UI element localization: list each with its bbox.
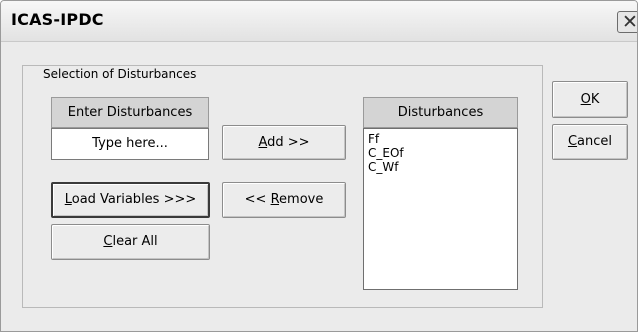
close-icon: ✕ <box>622 11 638 33</box>
disturbances-listbox[interactable]: Ff C_EOf C_Wf <box>363 128 518 290</box>
enter-disturbances-label: Enter Disturbances <box>67 105 193 120</box>
list-item[interactable]: C_EOf <box>368 146 517 160</box>
remove-button-label: << Remove <box>244 192 324 207</box>
cancel-button[interactable]: Cancel <box>552 124 628 160</box>
enter-disturbances-header: Enter Disturbances <box>51 97 209 128</box>
window-title: ICAS-IPDC <box>11 10 104 29</box>
ok-button[interactable]: OK <box>552 81 628 118</box>
load-variables-button[interactable]: Load Variables >>> <box>51 182 210 218</box>
close-button[interactable]: ✕ <box>617 11 638 33</box>
list-item[interactable]: C_Wf <box>368 160 517 174</box>
disturbances-list-header: Disturbances <box>363 97 518 128</box>
ok-button-label: OK <box>580 92 600 107</box>
dialog-window: ICAS-IPDC ✕ Selection of Disturbances En… <box>0 0 638 332</box>
disturbances-header-label: Disturbances <box>397 105 484 120</box>
disturbance-input[interactable]: Type here... <box>51 128 209 160</box>
list-item[interactable]: Ff <box>368 132 517 146</box>
add-button-label: Add >> <box>258 135 310 150</box>
add-button[interactable]: Add >> <box>222 125 346 160</box>
load-variables-label: Load Variables >>> <box>64 192 197 207</box>
remove-button[interactable]: << Remove <box>222 182 346 218</box>
disturbance-input-text: Type here... <box>92 136 168 151</box>
clear-all-button[interactable]: Clear All <box>51 224 210 260</box>
clear-all-label: Clear All <box>103 234 158 249</box>
title-bar[interactable]: ICAS-IPDC ✕ <box>1 1 638 42</box>
cancel-button-label: Cancel <box>567 134 613 149</box>
group-legend: Selection of Disturbances <box>39 67 201 81</box>
